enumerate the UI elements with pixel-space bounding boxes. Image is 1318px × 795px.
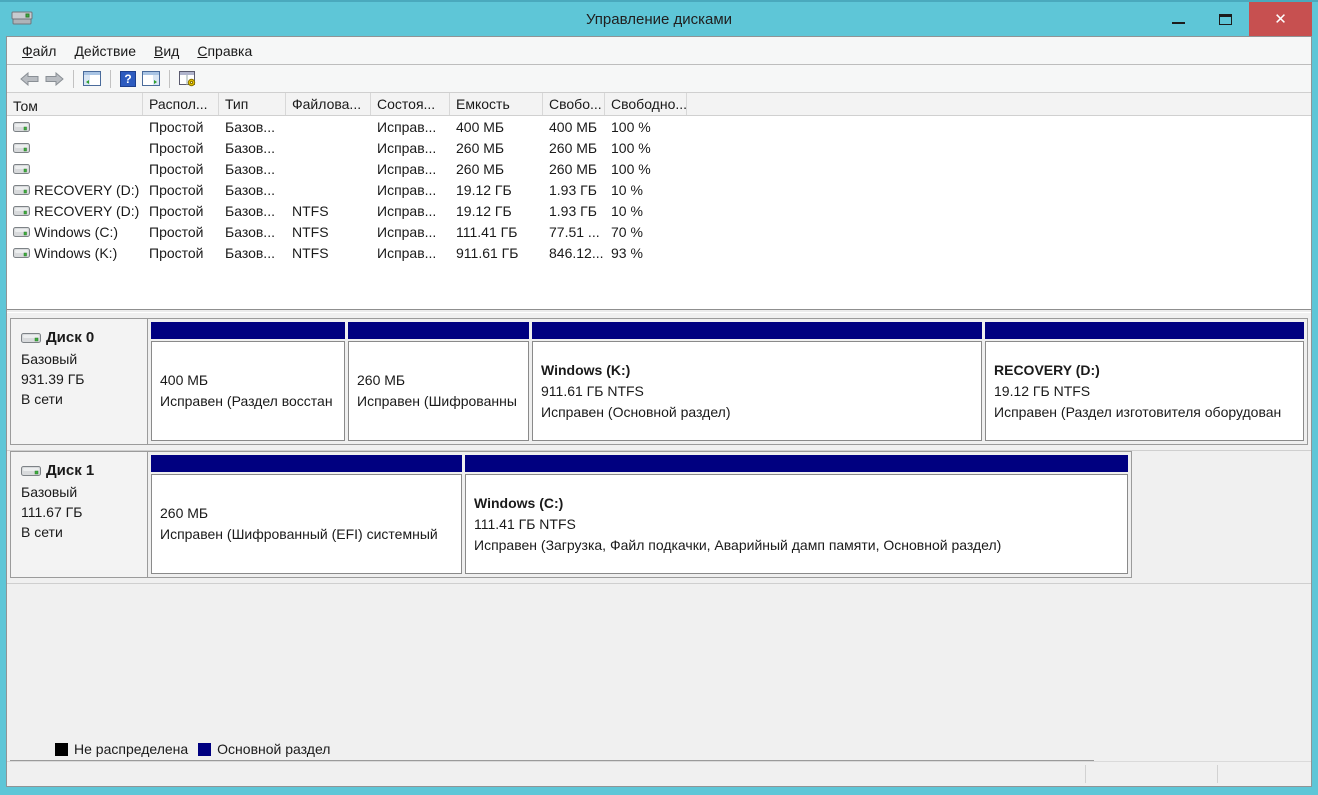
disk-type: Базовый <box>21 349 139 369</box>
column-header-volume[interactable]: Том <box>7 93 143 115</box>
forward-button[interactable] <box>42 70 67 88</box>
disk-icon <box>21 331 41 345</box>
app-drive-icon <box>10 8 34 31</box>
menu-help[interactable]: Справка <box>188 39 261 63</box>
help-icon: ? <box>120 71 136 87</box>
table-row[interactable]: RECOVERY (D:) Простой Базов... Исправ...… <box>7 179 1311 200</box>
close-icon: ✕ <box>1274 10 1287 28</box>
disk-1-partitions: 260 МБ Исправен (Шифрованный (EFI) систе… <box>148 452 1131 577</box>
legend-label: Основной раздел <box>217 741 330 757</box>
toolbar-separator <box>169 70 170 88</box>
volume-list: Том Распол... Тип Файлова... Состоя... Е… <box>7 93 1311 309</box>
titlebar[interactable]: Управление дисками ✕ <box>6 2 1312 36</box>
action-pane-icon <box>142 71 160 86</box>
console-content: Файл Действие Вид Справка <box>6 36 1312 787</box>
column-header-filler <box>687 93 1311 115</box>
partition-color-bar <box>151 455 462 472</box>
table-row[interactable]: Простой Базов... Исправ... 400 МБ 400 МБ… <box>7 116 1311 137</box>
disk-size: 931.39 ГБ <box>21 369 139 389</box>
disk-name: Диск 1 <box>46 462 94 479</box>
table-row[interactable]: Windows (C:) Простой Базов... NTFS Испра… <box>7 221 1311 242</box>
column-header-status[interactable]: Состоя... <box>371 93 450 115</box>
help-button[interactable]: ? <box>117 69 139 89</box>
table-row[interactable]: Простой Базов... Исправ... 260 МБ 260 МБ… <box>7 158 1311 179</box>
partition-efi-system[interactable]: 260 МБ Исправен (Шифрованный (EFI) систе… <box>151 455 462 574</box>
legend-primary-partition: Основной раздел <box>198 741 330 757</box>
volume-icon <box>13 121 30 133</box>
disk-1-band: Диск 1 Базовый 111.67 ГБ В сети 260 МБ И… <box>10 451 1132 578</box>
disk-management-window: Управление дисками ✕ Файл Действие Вид С… <box>0 0 1318 795</box>
partition-efi-260mb[interactable]: 260 МБ Исправен (Шифрованны <box>348 322 529 441</box>
disk-management-snapin-icon <box>179 71 197 87</box>
forward-arrow-icon <box>45 72 64 86</box>
menu-view[interactable]: Вид <box>145 39 188 63</box>
volume-icon <box>13 247 30 259</box>
toolbar-separator <box>73 70 74 88</box>
column-header-type[interactable]: Тип <box>219 93 286 115</box>
menu-file[interactable]: Файл <box>13 39 65 63</box>
partition-color-bar <box>348 322 529 339</box>
column-header-capacity[interactable]: Емкость <box>450 93 543 115</box>
volume-icon <box>13 184 30 196</box>
menu-action[interactable]: Действие <box>65 39 145 63</box>
partition-windows-c[interactable]: Windows (C:) 111.41 ГБ NTFS Исправен (За… <box>465 455 1128 574</box>
disk-row-separator <box>7 578 1311 584</box>
unallocated-swatch <box>55 743 68 756</box>
maximize-button[interactable] <box>1202 2 1249 36</box>
disk-name: Диск 0 <box>46 329 94 346</box>
volume-icon <box>13 142 30 154</box>
disk-1-panel[interactable]: Диск 1 Базовый 111.67 ГБ В сети <box>11 452 148 577</box>
partition-color-bar <box>985 322 1304 339</box>
disk-icon <box>21 464 41 478</box>
partition-recovery-d[interactable]: RECOVERY (D:) 19.12 ГБ NTFS Исправен (Ра… <box>985 322 1304 441</box>
minimize-icon <box>1172 22 1185 24</box>
window-title: Управление дисками <box>6 11 1312 28</box>
volume-icon <box>13 226 30 238</box>
column-header-free-pct[interactable]: Свободно... <box>605 93 687 115</box>
table-row[interactable]: Простой Базов... Исправ... 260 МБ 260 МБ… <box>7 137 1311 158</box>
disk-type: Базовый <box>21 482 139 502</box>
graphical-view: Диск 0 Базовый 931.39 ГБ В сети 400 МБ И… <box>7 313 1311 761</box>
show-action-pane-button[interactable] <box>139 69 163 88</box>
show-console-tree-button[interactable] <box>80 69 104 88</box>
back-arrow-icon <box>20 72 39 86</box>
disk-0-panel[interactable]: Диск 0 Базовый 931.39 ГБ В сети <box>11 319 148 444</box>
disk-0-band: Диск 0 Базовый 931.39 ГБ В сети 400 МБ И… <box>10 318 1308 445</box>
minimize-button[interactable] <box>1155 2 1202 36</box>
legend: Не распределена Основной раздел <box>10 738 1094 761</box>
statusbar-separator <box>1085 765 1086 783</box>
partition-windows-k[interactable]: Windows (K:) 911.61 ГБ NTFS Исправен (Ос… <box>532 322 982 441</box>
toolbar-separator <box>110 70 111 88</box>
partition-color-bar <box>151 322 345 339</box>
console-tree-icon <box>83 71 101 86</box>
volume-icon <box>13 163 30 175</box>
legend-unallocated: Не распределена <box>55 741 188 757</box>
table-row[interactable]: RECOVERY (D:) Простой Базов... NTFS Испр… <box>7 200 1311 221</box>
close-button[interactable]: ✕ <box>1249 2 1312 36</box>
disk-status: В сети <box>21 389 139 409</box>
statusbar <box>7 761 1311 786</box>
volume-list-header: Том Распол... Тип Файлова... Состоя... Е… <box>7 93 1311 116</box>
partition-color-bar <box>532 322 982 339</box>
menubar: Файл Действие Вид Справка <box>7 37 1311 65</box>
primary-partition-swatch <box>198 743 211 756</box>
back-button[interactable] <box>17 70 42 88</box>
snapin-button[interactable] <box>176 69 200 89</box>
disk-size: 111.67 ГБ <box>21 502 139 522</box>
disk-0-partitions: 400 МБ Исправен (Раздел восстан 260 МБ И… <box>148 319 1307 444</box>
volume-icon <box>13 205 30 217</box>
column-header-layout[interactable]: Распол... <box>143 93 219 115</box>
maximize-icon <box>1219 14 1232 25</box>
statusbar-separator <box>1217 765 1218 783</box>
table-row[interactable]: Windows (K:) Простой Базов... NTFS Испра… <box>7 242 1311 263</box>
partition-color-bar <box>465 455 1128 472</box>
svg-text:?: ? <box>124 72 131 86</box>
window-controls: ✕ <box>1155 2 1312 36</box>
partition-recovery-400mb[interactable]: 400 МБ Исправен (Раздел восстан <box>151 322 345 441</box>
column-header-filesystem[interactable]: Файлова... <box>286 93 371 115</box>
toolbar: ? <box>7 65 1311 93</box>
legend-label: Не распределена <box>74 741 188 757</box>
disk-status: В сети <box>21 522 139 542</box>
column-header-free[interactable]: Свобо... <box>543 93 605 115</box>
